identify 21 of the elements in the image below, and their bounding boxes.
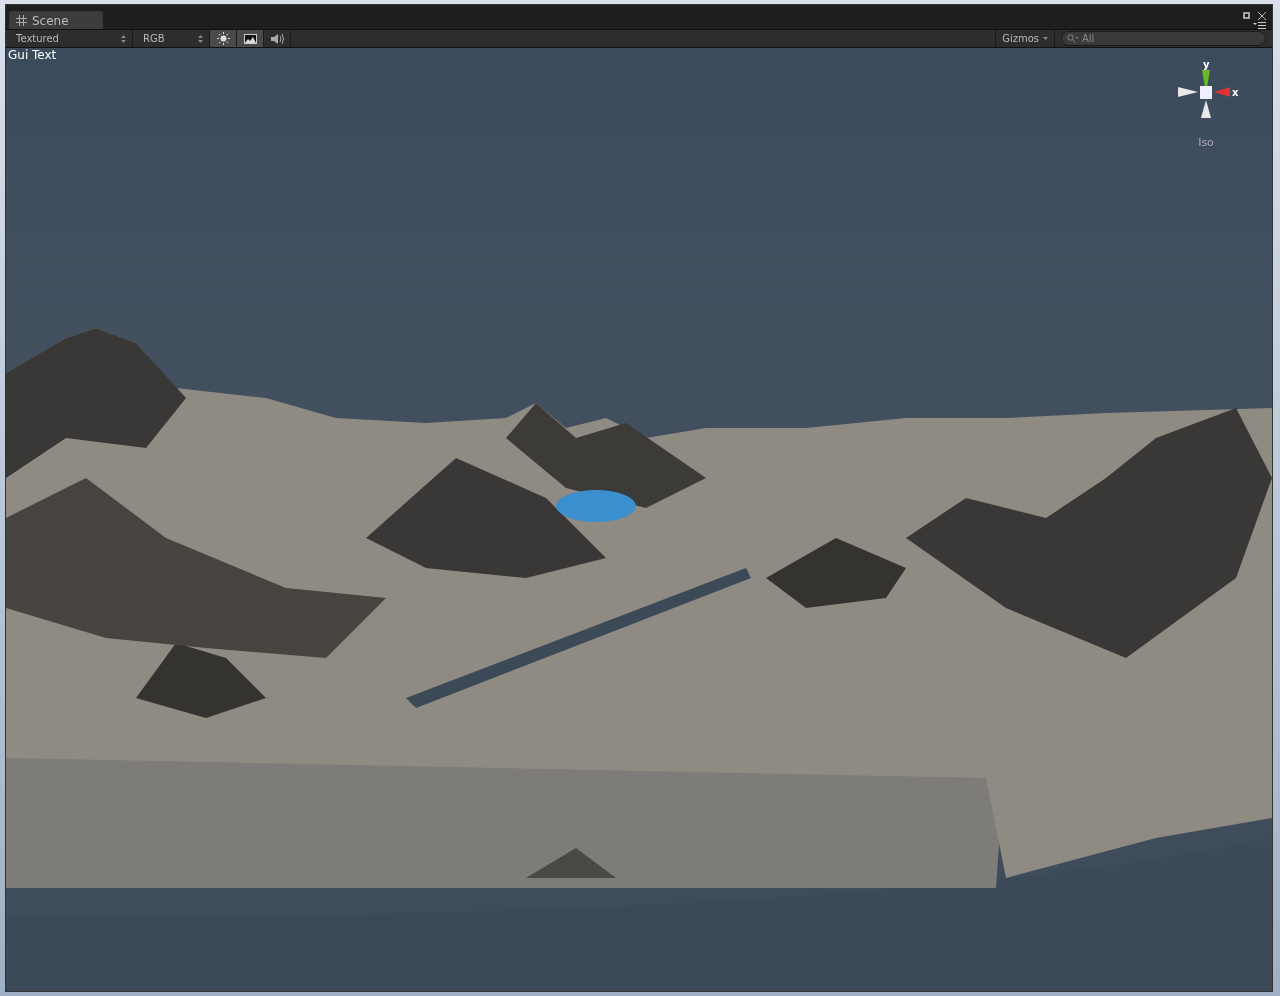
caret-icon <box>1043 37 1048 40</box>
updown-icon <box>121 34 126 43</box>
scene-viewport[interactable]: Gui Text y x Iso <box>6 48 1272 991</box>
search-icon <box>1067 34 1079 43</box>
axis-gizmo-drawing[interactable]: y x <box>1174 60 1238 122</box>
projection-label[interactable]: Iso <box>1198 136 1214 149</box>
close-icon[interactable] <box>1258 12 1266 20</box>
tab-label: Scene <box>32 13 69 28</box>
image-icon <box>243 33 257 44</box>
menu-icon[interactable] <box>1253 22 1266 29</box>
sun-icon <box>216 32 230 45</box>
maximize-icon[interactable] <box>1243 12 1250 19</box>
updown-icon <box>198 34 203 43</box>
grid-icon <box>16 15 27 26</box>
scene-tab[interactable]: Scene <box>9 11 103 29</box>
render-mode-dropdown[interactable]: Textured <box>6 30 133 47</box>
toggle-button[interactable] <box>237 30 264 47</box>
speaker-icon <box>270 32 284 45</box>
gizmos-dropdown[interactable]: Gizmos <box>995 30 1055 47</box>
gui-text-label: Gui Text <box>8 48 57 62</box>
toggle-button[interactable] <box>210 30 237 47</box>
